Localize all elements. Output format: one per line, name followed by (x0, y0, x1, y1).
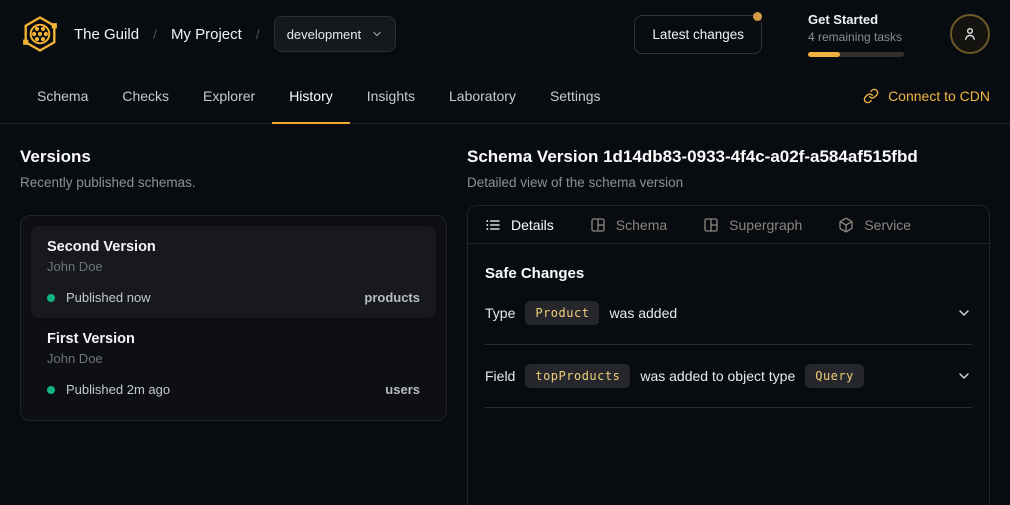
version-author: John Doe (47, 351, 420, 366)
tab-checks[interactable]: Checks (105, 68, 186, 123)
version-status-row: Published 2m ago users (47, 382, 420, 397)
versions-list: Second Version John Doe Published now pr… (20, 215, 447, 421)
version-detail-subtitle: Detailed view of the schema version (467, 175, 990, 190)
change-text: Type (485, 305, 515, 321)
version-status-row: Published now products (47, 290, 420, 305)
tab-schema[interactable]: Schema (20, 68, 105, 123)
change-row[interactable]: Field topProducts was added to object ty… (485, 345, 972, 408)
latest-changes-button[interactable]: Latest changes (634, 15, 762, 54)
detail-tab-label: Details (511, 217, 554, 233)
breadcrumb-org[interactable]: The Guild (74, 26, 139, 43)
change-text: Field (485, 368, 515, 384)
breadcrumb-project[interactable]: My Project (171, 26, 242, 43)
detail-tab-label: Service (864, 217, 911, 233)
version-list-item[interactable]: Second Version John Doe Published now pr… (31, 226, 436, 318)
detail-tab-details[interactable]: Details (485, 217, 554, 233)
app-header: The Guild / My Project / development Lat… (0, 0, 1010, 68)
change-text: was added (609, 305, 677, 321)
version-author: John Doe (47, 259, 420, 274)
tab-history[interactable]: History (272, 68, 350, 123)
version-service: users (385, 382, 420, 397)
get-started-progress-track (808, 52, 904, 57)
connect-cdn-link[interactable]: Connect to CDN (863, 68, 990, 123)
detail-tab-service[interactable]: Service (838, 217, 911, 233)
version-list-item[interactable]: First Version John Doe Published 2m ago … (31, 318, 436, 410)
tab-explorer[interactable]: Explorer (186, 68, 272, 123)
user-menu-button[interactable] (950, 14, 990, 54)
versions-column: Versions Recently published schemas. Sec… (20, 147, 447, 505)
version-detail-body: Safe Changes Type Product was added Fiel… (468, 265, 989, 408)
chevron-down-icon[interactable] (956, 305, 972, 321)
tab-settings[interactable]: Settings (533, 68, 618, 123)
breadcrumb-separator: / (153, 26, 157, 42)
version-detail-title: Schema Version 1d14db83-0933-4f4c-a02f-a… (467, 147, 990, 167)
published-status-dot (47, 386, 55, 394)
version-status: Published now (66, 290, 151, 305)
chevron-down-icon (371, 28, 383, 40)
change-row[interactable]: Type Product was added (485, 282, 972, 345)
get-started-title: Get Started (808, 12, 904, 27)
target-selector-value: development (287, 27, 361, 42)
connect-cdn-label: Connect to CDN (888, 88, 990, 104)
tab-laboratory[interactable]: Laboratory (432, 68, 533, 123)
detail-tab-label: Supergraph (729, 217, 802, 233)
version-detail-tabs: Details Schema Supergr (468, 206, 989, 244)
version-name: First Version (47, 331, 420, 347)
cube-icon (838, 217, 854, 233)
safe-changes-heading: Safe Changes (485, 265, 972, 282)
chevron-down-icon[interactable] (956, 368, 972, 384)
versions-subtitle: Recently published schemas. (20, 175, 447, 190)
target-nav: Schema Checks Explorer History Insights … (0, 68, 1010, 124)
header-actions: Latest changes Get Started 4 remaining t… (634, 12, 990, 57)
get-started-widget[interactable]: Get Started 4 remaining tasks (808, 12, 904, 57)
change-text: was added to object type (640, 368, 795, 384)
breadcrumb-separator: / (256, 26, 260, 42)
detail-tab-label: Schema (616, 217, 667, 233)
target-selector[interactable]: development (274, 16, 396, 52)
version-detail-column: Schema Version 1d14db83-0933-4f4c-a02f-a… (467, 147, 990, 505)
versions-title: Versions (20, 147, 447, 167)
main-content: Versions Recently published schemas. Sec… (0, 124, 1010, 473)
version-name: Second Version (47, 239, 420, 255)
detail-tab-supergraph[interactable]: Supergraph (703, 217, 802, 233)
hive-logo-icon[interactable] (20, 14, 60, 54)
breadcrumb: The Guild / My Project / development (20, 14, 396, 54)
user-icon (961, 25, 979, 43)
version-service: products (364, 290, 420, 305)
get-started-progress-fill (808, 52, 840, 57)
change-code-badge: Product (525, 301, 599, 325)
version-detail-card: Details Schema Supergr (467, 205, 990, 505)
detail-tab-schema[interactable]: Schema (590, 217, 667, 233)
notification-dot (753, 12, 762, 21)
get-started-subtitle: 4 remaining tasks (808, 30, 904, 44)
version-status: Published 2m ago (66, 382, 170, 397)
list-icon (485, 217, 501, 233)
tab-insights[interactable]: Insights (350, 68, 432, 123)
published-status-dot (47, 294, 55, 302)
columns-icon (703, 217, 719, 233)
link-icon (863, 88, 879, 104)
columns-icon (590, 217, 606, 233)
change-code-badge: Query (805, 364, 864, 388)
change-code-badge: topProducts (525, 364, 630, 388)
